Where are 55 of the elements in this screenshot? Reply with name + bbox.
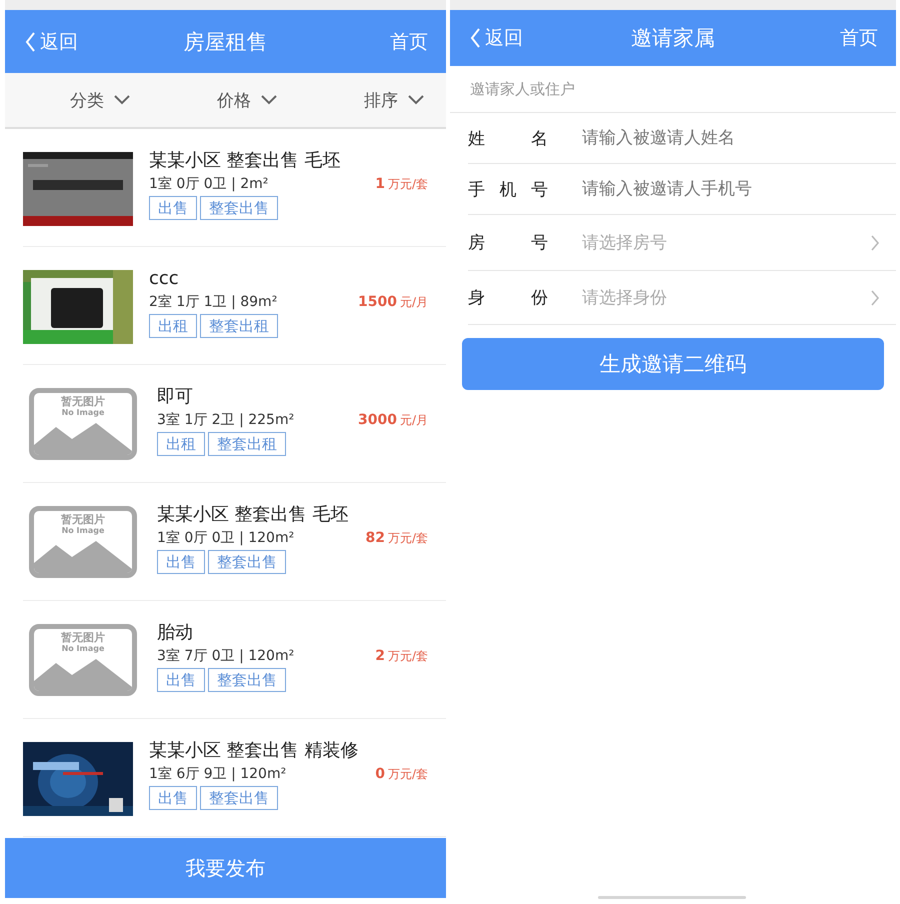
chevron-right-icon <box>871 234 880 250</box>
listing-details: 3室 7厅 0卫 | 120m² <box>157 647 294 665</box>
listing-price: 1 万元/套 <box>375 176 428 193</box>
listing-title[interactable]: ccc <box>149 268 446 290</box>
listing-tag: 整套出租 <box>200 314 278 338</box>
listing-details: 1室 6厅 9卫 | 120m² <box>149 765 286 783</box>
back-icon <box>470 28 481 48</box>
listing-price: 1500 元/月 <box>358 294 428 311</box>
listing-title[interactable]: 即可 <box>157 386 446 408</box>
section-label: 邀请家人或住户 <box>470 80 575 98</box>
listing-tag: 出售 <box>149 786 197 810</box>
filter-dropdown[interactable]: 分类 <box>5 73 152 127</box>
listing-tag: 出售 <box>157 550 205 574</box>
listing-price: 2 万元/套 <box>375 648 428 665</box>
listing-price: 3000 元/月 <box>358 412 428 429</box>
listing-title[interactable]: 某某小区 整套出售 毛坯 <box>157 504 446 526</box>
listing-title[interactable]: 某某小区 整套出售 精装修 <box>149 740 446 762</box>
page-title: 邀请家属 <box>631 26 715 50</box>
back-icon <box>25 32 36 52</box>
filter-dropdown[interactable]: 排序 <box>299 73 446 127</box>
placeholder-text: 暂无图片 <box>61 396 105 408</box>
listing-tag: 整套出售 <box>208 550 286 574</box>
listing-price: 0 万元/套 <box>375 766 428 783</box>
listing-details: 1室 0厅 0卫 | 120m² <box>157 529 294 547</box>
listing-details: 1室 0厅 0卫 | 2m² <box>149 175 268 193</box>
placeholder-subtext: No Image <box>62 644 104 653</box>
listing-tag: 整套出售 <box>200 196 278 220</box>
placeholder-text: 暂无图片 <box>61 632 105 644</box>
field-label: 手机号 <box>468 178 548 200</box>
input-field[interactable]: 请输入被邀请人手机号 <box>582 179 880 199</box>
page-title: 房屋租售 <box>184 30 268 54</box>
field-label: 房号 <box>468 232 548 254</box>
chevron-down-icon <box>261 95 277 105</box>
listing-tag: 出售 <box>157 668 205 692</box>
chevron-down-icon <box>408 95 424 105</box>
filter-dropdown[interactable]: 价格 <box>152 73 299 127</box>
field-label: 姓名 <box>468 128 548 150</box>
listing-tag: 出售 <box>149 196 197 220</box>
chevron-down-icon <box>114 95 130 105</box>
placeholder-subtext: No Image <box>62 408 104 417</box>
listing-tag: 整套出售 <box>200 786 278 810</box>
listing-title[interactable]: 胎动 <box>157 622 446 644</box>
listing-details: 2室 1厅 1卫 | 89m² <box>149 293 278 311</box>
placeholder-text: 暂无图片 <box>61 514 105 526</box>
listing-tag: 整套出售 <box>208 668 286 692</box>
listing-tag: 出租 <box>149 314 197 338</box>
listing-details: 3室 1厅 2卫 | 225m² <box>157 411 294 429</box>
input-field[interactable]: 请输入被邀请人姓名 <box>582 128 880 148</box>
listing-tag: 出租 <box>157 432 205 456</box>
listing-tag: 整套出租 <box>208 432 286 456</box>
listing-title[interactable]: 某某小区 整套出售 毛坯 <box>149 150 446 172</box>
chevron-right-icon <box>871 290 880 306</box>
listing-price: 82 万元/套 <box>365 530 428 547</box>
placeholder-subtext: No Image <box>62 526 104 535</box>
field-label: 身份 <box>468 287 548 309</box>
